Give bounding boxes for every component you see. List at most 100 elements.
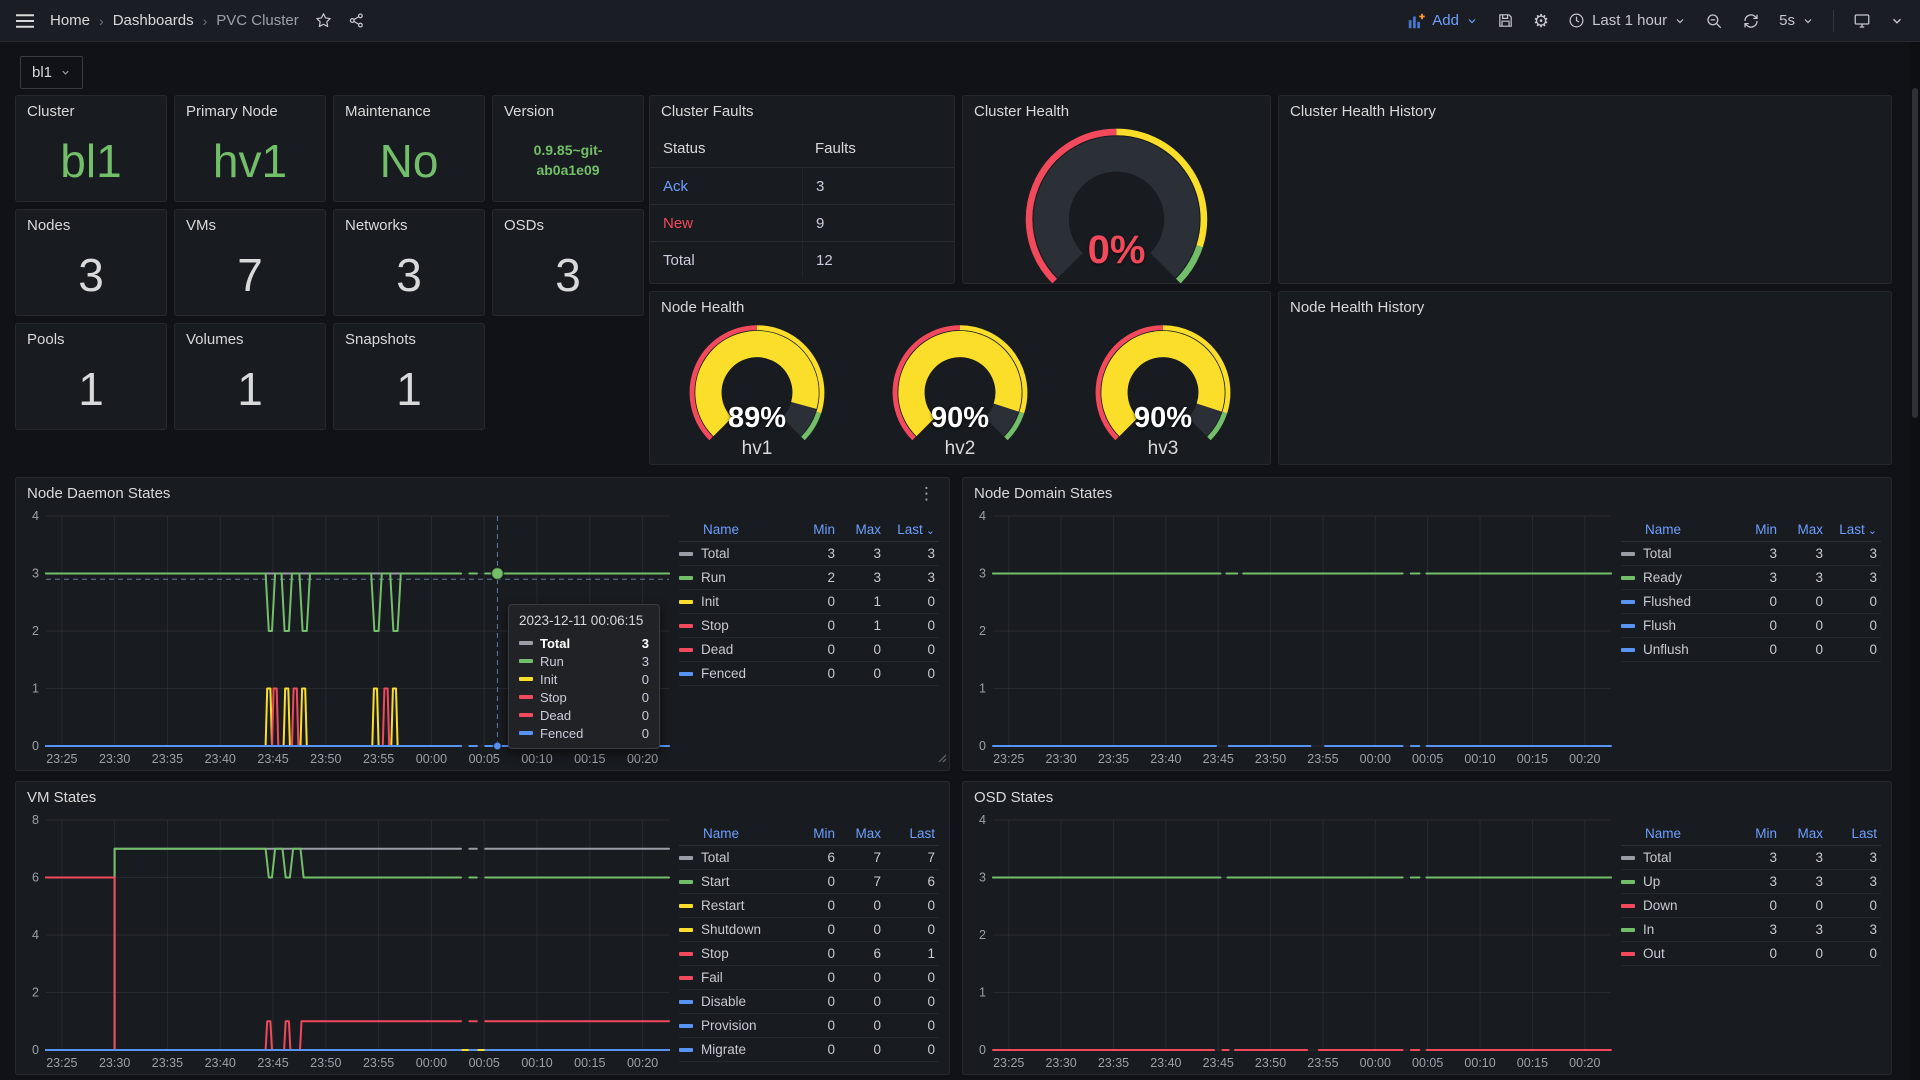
- breadcrumb-home[interactable]: Home: [50, 12, 90, 29]
- legend-header-min[interactable]: Min: [793, 522, 839, 537]
- scrollbar-thumb[interactable]: [1912, 88, 1918, 418]
- legend-series-toggle[interactable]: Total: [1621, 850, 1735, 865]
- scrollbar-track[interactable]: [1910, 42, 1920, 1080]
- panel-title[interactable]: OSDs: [493, 210, 643, 240]
- panel-title[interactable]: Node Domain States: [963, 478, 1891, 508]
- legend-series-toggle[interactable]: Ready: [1621, 570, 1735, 585]
- legend-series-toggle[interactable]: Total: [679, 850, 793, 865]
- column-header-status[interactable]: Status: [650, 140, 802, 157]
- legend-header-name[interactable]: Name: [679, 826, 793, 841]
- legend-header-last[interactable]: Last: [885, 826, 939, 841]
- legend-series-toggle[interactable]: Flushed: [1621, 594, 1735, 609]
- legend-header-max[interactable]: Max: [839, 522, 885, 537]
- tooltip-row: Init 0: [509, 670, 659, 688]
- cluster-variable-dropdown[interactable]: bl1: [20, 56, 83, 89]
- share-icon[interactable]: [348, 12, 365, 29]
- legend-series-toggle[interactable]: Up: [1621, 874, 1735, 889]
- panel-title[interactable]: Node Health: [650, 292, 1270, 322]
- legend-series-toggle[interactable]: Unflush: [1621, 642, 1735, 657]
- legend-max-value: 3: [1781, 922, 1827, 937]
- breadcrumb-dashboards[interactable]: Dashboards: [113, 12, 194, 29]
- hamburger-menu-icon[interactable]: [16, 14, 34, 28]
- legend-series-toggle[interactable]: Disable: [679, 994, 793, 1009]
- legend-series-toggle[interactable]: Migrate: [679, 1042, 793, 1057]
- legend-series-toggle[interactable]: Shutdown: [679, 922, 793, 937]
- legend-series-toggle[interactable]: Fenced: [679, 666, 793, 681]
- legend-header-name[interactable]: Name: [1621, 522, 1735, 537]
- panel-title[interactable]: Volumes: [175, 324, 325, 354]
- legend-series-toggle[interactable]: Total: [679, 546, 793, 561]
- legend-header-min[interactable]: Min: [1735, 522, 1781, 537]
- series-name: Dead: [540, 708, 635, 723]
- legend-header-last[interactable]: Last⌄: [1827, 522, 1881, 537]
- series-color-swatch: [679, 600, 693, 604]
- legend-series-toggle[interactable]: Out: [1621, 946, 1735, 961]
- legend-header-name[interactable]: Name: [679, 522, 793, 537]
- legend-series-toggle[interactable]: Start: [679, 874, 793, 889]
- node-domain-states-chart[interactable]: 23:2523:3023:3523:4023:4523:5023:5500:00…: [963, 508, 1621, 770]
- panel-resize-handle[interactable]: [938, 750, 947, 768]
- legend-header-max[interactable]: Max: [839, 826, 885, 841]
- time-range-picker[interactable]: Last 1 hour: [1568, 12, 1686, 29]
- legend-header-last[interactable]: Last: [1827, 826, 1881, 841]
- panel-menu-icon[interactable]: ⋮: [913, 484, 941, 504]
- legend-header-last[interactable]: Last⌄: [885, 522, 939, 537]
- legend-header-min[interactable]: Min: [1735, 826, 1781, 841]
- panel-title[interactable]: Networks: [334, 210, 484, 240]
- refresh-icon[interactable]: [1742, 12, 1760, 30]
- zoom-out-icon[interactable]: [1705, 12, 1723, 30]
- legend-series-toggle[interactable]: Run: [679, 570, 793, 585]
- panel-title[interactable]: Cluster Health History: [1279, 96, 1891, 126]
- column-header-faults[interactable]: Faults: [802, 140, 954, 157]
- legend-series-toggle[interactable]: In: [1621, 922, 1735, 937]
- fault-status[interactable]: Total: [650, 252, 802, 269]
- legend-series-toggle[interactable]: Provision: [679, 1018, 793, 1033]
- panel-title[interactable]: Snapshots: [334, 324, 484, 354]
- legend-series-toggle[interactable]: Stop: [679, 618, 793, 633]
- stat-value: 1: [334, 354, 484, 423]
- panel-title[interactable]: Cluster Health: [963, 96, 1270, 126]
- legend-header-name[interactable]: Name: [1621, 826, 1735, 841]
- osd-states-chart[interactable]: 23:2523:3023:3523:4023:4523:5023:5500:00…: [963, 812, 1621, 1074]
- panel-title[interactable]: Maintenance: [334, 96, 484, 126]
- panel-title[interactable]: Primary Node: [175, 96, 325, 126]
- panel-title[interactable]: Pools: [16, 324, 166, 354]
- stat-value: 1: [175, 354, 325, 423]
- node-daemon-states-chart[interactable]: 23:2523:3023:3523:4023:4523:5023:5500:00…: [16, 508, 679, 770]
- save-dashboard-icon[interactable]: [1497, 12, 1514, 29]
- legend-series-toggle[interactable]: Stop: [679, 946, 793, 961]
- panel-title[interactable]: Cluster: [16, 96, 166, 126]
- legend-series-toggle[interactable]: Total: [1621, 546, 1735, 561]
- legend-header-max[interactable]: Max: [1781, 522, 1827, 537]
- panel-title[interactable]: Version: [493, 96, 643, 126]
- legend-series-toggle[interactable]: Fail: [679, 970, 793, 985]
- refresh-interval-dropdown[interactable]: 5s: [1779, 12, 1814, 29]
- legend-header-min[interactable]: Min: [793, 826, 839, 841]
- panel-title[interactable]: Nodes: [16, 210, 166, 240]
- panel-title[interactable]: Node Daemon States: [16, 478, 949, 508]
- legend-header-max[interactable]: Max: [1781, 826, 1827, 841]
- panel-title[interactable]: VM States: [16, 782, 949, 812]
- svg-text:00:10: 00:10: [1464, 1056, 1495, 1070]
- legend-max-value: 0: [1781, 594, 1827, 609]
- gauge-value: 90%: [864, 402, 1056, 435]
- legend-series-toggle[interactable]: Flush: [1621, 618, 1735, 633]
- legend-series-toggle[interactable]: Restart: [679, 898, 793, 913]
- svg-text:23:40: 23:40: [205, 1056, 236, 1070]
- vm-states-chart[interactable]: 23:2523:3023:3523:4023:4523:5023:5500:00…: [16, 812, 679, 1074]
- chevron-down-icon[interactable]: [1890, 14, 1904, 28]
- fault-status[interactable]: New: [650, 215, 802, 232]
- dashboard-settings-icon[interactable]: ⚙: [1533, 12, 1549, 30]
- add-panel-button[interactable]: Add: [1407, 12, 1478, 30]
- panel-title[interactable]: OSD States: [963, 782, 1891, 812]
- fault-status[interactable]: Ack: [650, 178, 802, 195]
- legend-min-value: 0: [793, 922, 839, 937]
- star-icon[interactable]: [315, 12, 332, 29]
- panel-title[interactable]: Node Health History: [1279, 292, 1891, 322]
- legend-series-toggle[interactable]: Dead: [679, 642, 793, 657]
- legend-series-toggle[interactable]: Init: [679, 594, 793, 609]
- panel-title[interactable]: Cluster Faults: [650, 96, 954, 126]
- legend-series-toggle[interactable]: Down: [1621, 898, 1735, 913]
- panel-title[interactable]: VMs: [175, 210, 325, 240]
- kiosk-monitor-icon[interactable]: [1853, 12, 1871, 30]
